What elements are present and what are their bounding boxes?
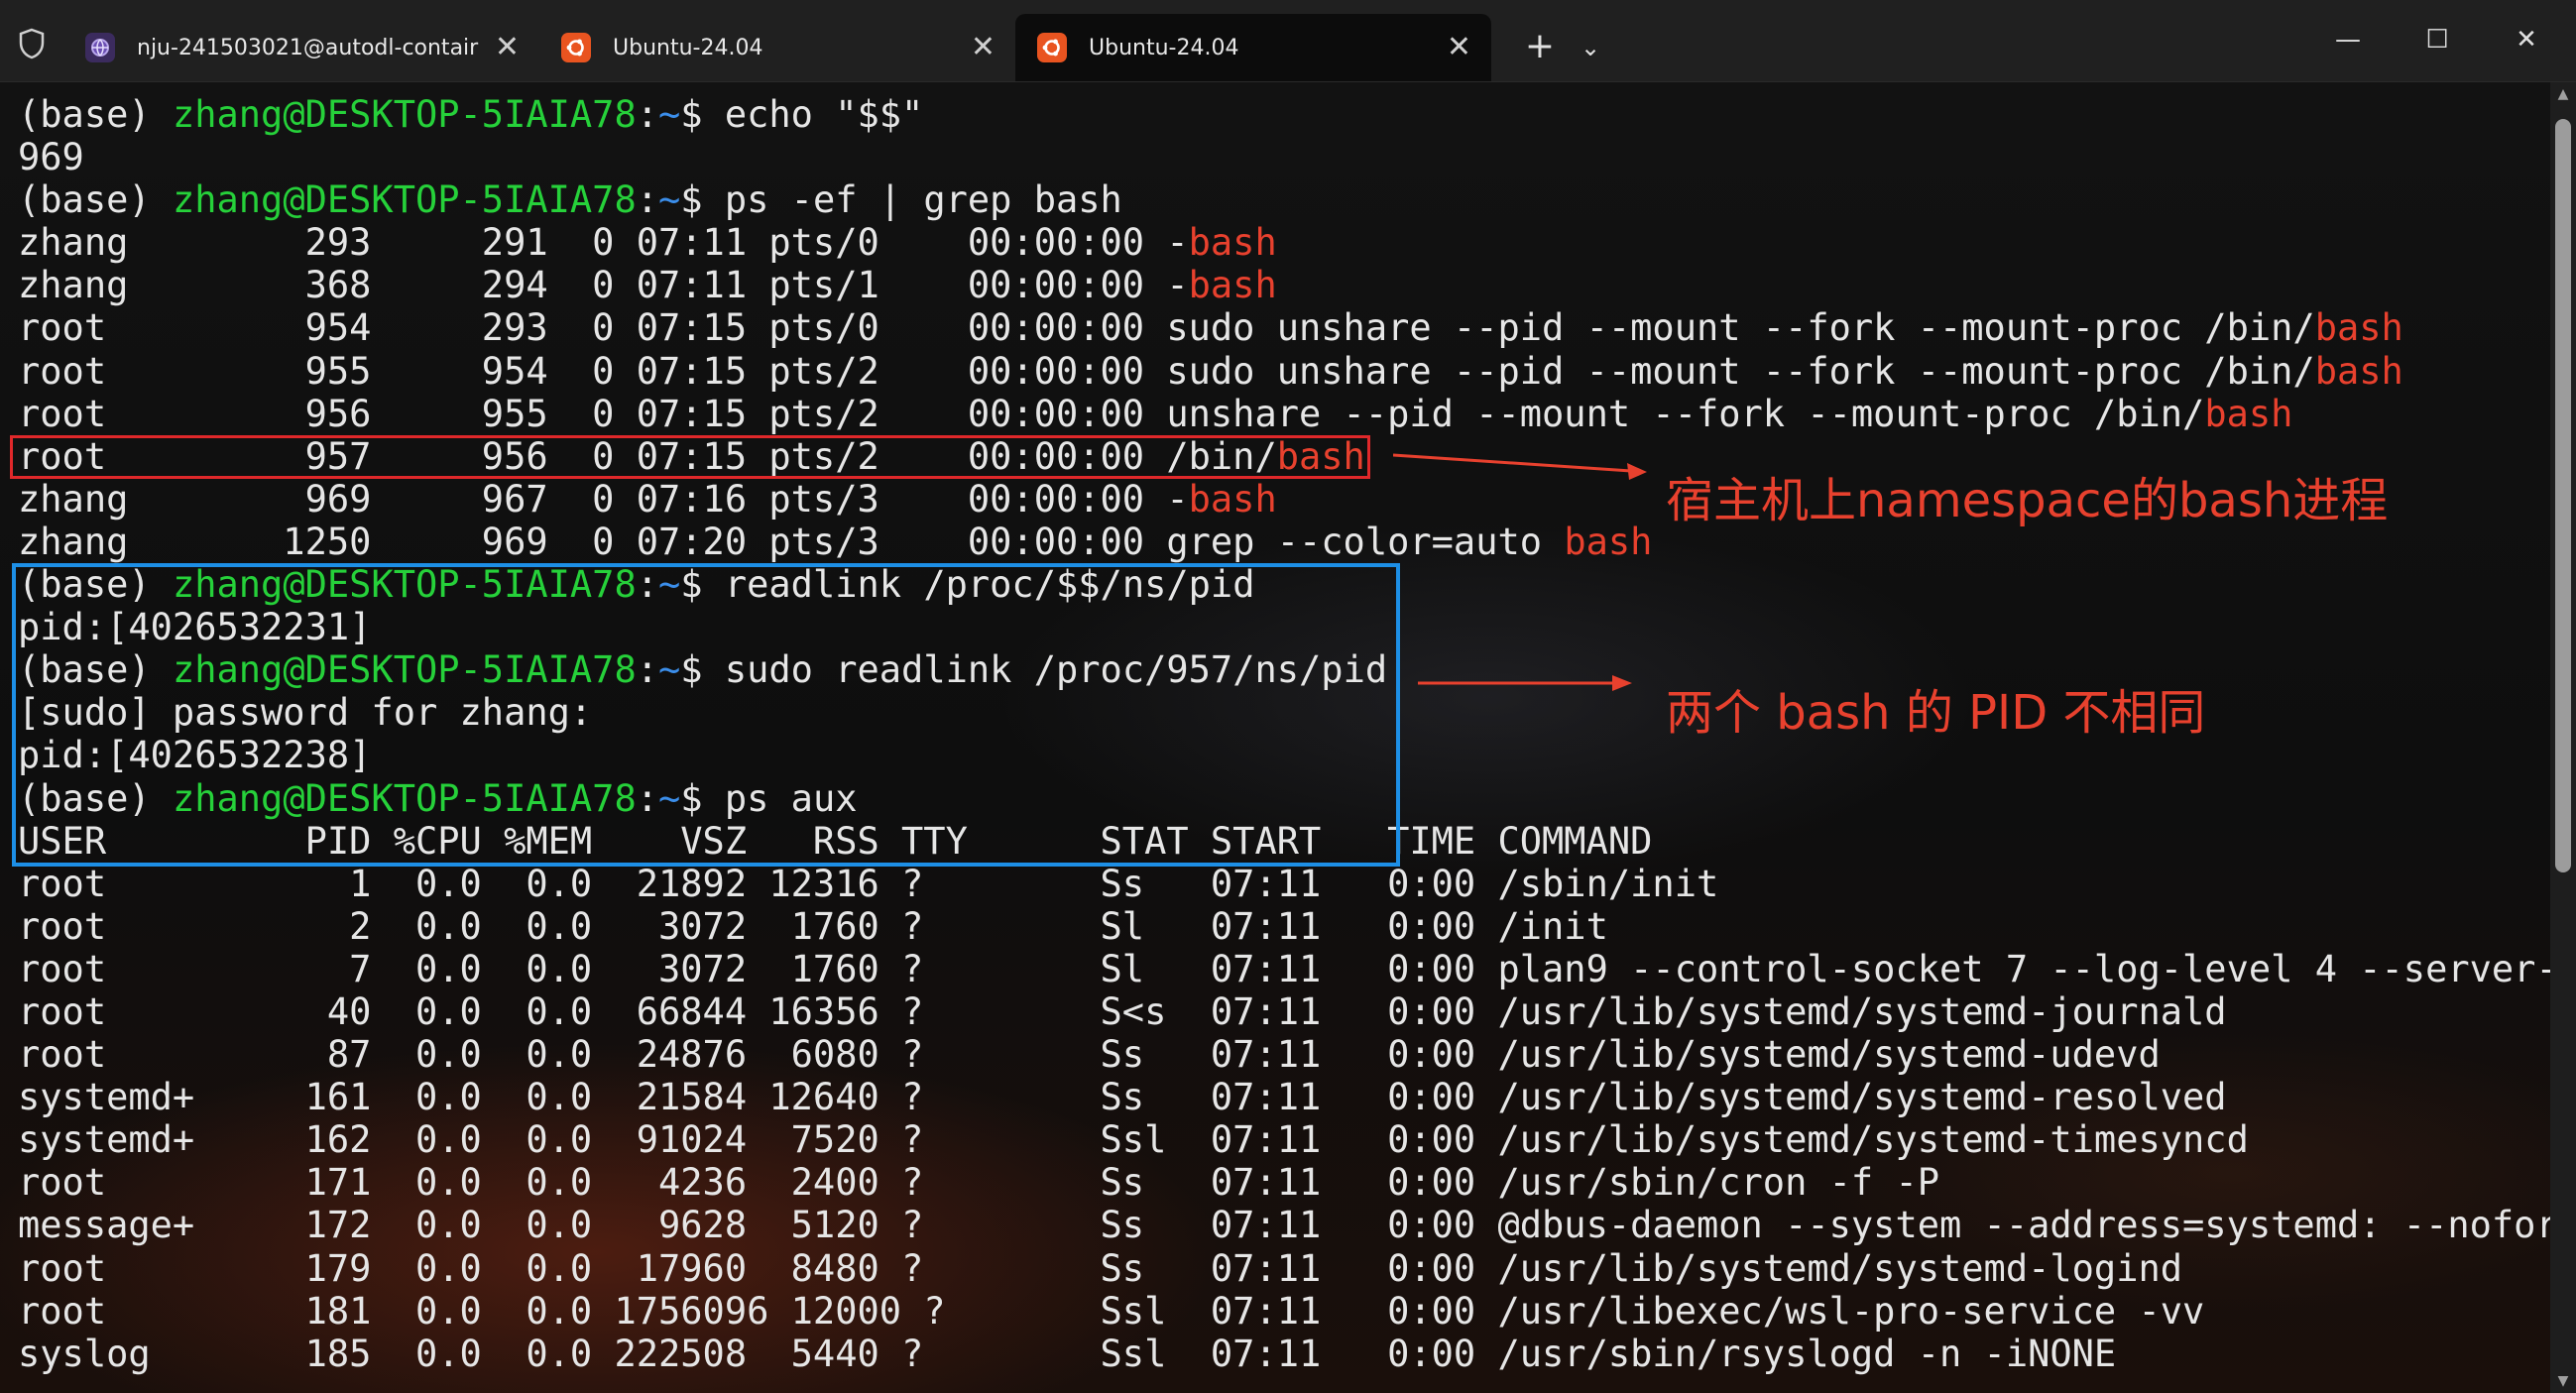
terminal-text: root 2 0.0 0.0 3072 1760 ? Sl 07:11 0:00… xyxy=(18,904,1608,948)
shield-icon xyxy=(19,28,45,59)
terminal-line: root 954 293 0 07:15 pts/0 00:00:00 sudo… xyxy=(18,306,2550,349)
terminal-text: 969 xyxy=(18,136,84,179)
arrow-icon xyxy=(1393,453,1647,480)
terminal-text: (base) xyxy=(18,178,173,222)
terminal-line: root 956 955 0 07:15 pts/2 00:00:00 unsh… xyxy=(18,393,2550,435)
globe-icon xyxy=(85,33,115,62)
terminal-text: systemd+ 161 0.0 0.0 21584 12640 ? Ss 07… xyxy=(18,1076,2227,1119)
terminal-line: zhang 368 294 0 07:11 pts/1 00:00:00 -ba… xyxy=(18,264,2550,306)
terminal-text: : xyxy=(636,93,659,136)
terminal-text: zhang 1250 969 0 07:20 pts/3 00:00:00 gr… xyxy=(18,520,1565,563)
terminal-line: root 2 0.0 0.0 3072 1760 ? Sl 07:11 0:00… xyxy=(18,905,2550,948)
terminal-text: ~ xyxy=(658,93,681,136)
new-tab-button[interactable]: + xyxy=(1515,22,1565,71)
terminal-line: root 171 0.0 0.0 4236 2400 ? Ss 07:11 0:… xyxy=(18,1161,2550,1204)
terminal-text: : xyxy=(636,178,659,222)
terminal-line: systemd+ 162 0.0 0.0 91024 7520 ? Ssl 07… xyxy=(18,1118,2550,1161)
terminal-text: zhang 969 967 0 07:16 pts/3 00:00:00 - xyxy=(18,477,1189,521)
annotation-host-bash: 宿主机上namespace的bash进程 xyxy=(1666,473,2389,528)
terminal-text: root 954 293 0 07:15 pts/0 00:00:00 sudo… xyxy=(18,306,2315,350)
terminal-pane[interactable]: (base) zhang@DESKTOP-5IAIA78:~$ echo "$$… xyxy=(0,82,2550,1393)
tab-label: Ubuntu-24.04 xyxy=(613,35,763,60)
terminal-text: bash xyxy=(1188,221,1277,265)
terminal-text: systemd+ 162 0.0 0.0 91024 7520 ? Ssl 07… xyxy=(18,1118,2249,1162)
terminal-text: root 7 0.0 0.0 3072 1760 ? Sl 07:11 0:00… xyxy=(18,947,2550,990)
annotation-pid-different: 两个 bash 的 PID 不相同 xyxy=(1666,685,2206,741)
chevron-down-icon[interactable]: ⌄ xyxy=(1569,26,1612,69)
terminal-line: root 87 0.0 0.0 24876 6080 ? Ss 07:11 0:… xyxy=(18,1033,2550,1076)
tab-ubuntu-active[interactable]: Ubuntu-24.04 ✕ xyxy=(1015,14,1491,81)
terminal-line: root 1 0.0 0.0 21892 12316 ? Ss 07:11 0:… xyxy=(18,863,2550,905)
terminal-text: root 179 0.0 0.0 17960 8480 ? Ss 07:11 0… xyxy=(18,1246,2183,1290)
arrow-icon xyxy=(1418,675,1632,691)
ubuntu-icon xyxy=(1037,33,1067,62)
terminal-text: root 955 954 0 07:15 pts/2 00:00:00 sudo… xyxy=(18,349,2315,393)
terminal-line: root 40 0.0 0.0 66844 16356 ? S<s 07:11 … xyxy=(18,990,2550,1033)
terminal-text: root 181 0.0 0.0 1756096 12000 ? Ssl 07:… xyxy=(18,1289,2205,1333)
terminal-text: syslog 185 0.0 0.0 222508 5440 ? Ssl 07:… xyxy=(18,1332,2117,1375)
tab-label: nju-241503021@autodl-contair xyxy=(137,35,479,60)
terminal-text: message+ 172 0.0 0.0 9628 5120 ? Ss 07:1… xyxy=(18,1204,2550,1247)
maximize-button[interactable]: ☐ xyxy=(2398,14,2477,65)
terminal-line: zhang 293 291 0 07:11 pts/0 00:00:00 -ba… xyxy=(18,221,2550,264)
tab-remote[interactable]: nju-241503021@autodl-contair ✕ xyxy=(63,14,539,81)
terminal-text: zhang 293 291 0 07:11 pts/0 00:00:00 - xyxy=(18,221,1189,265)
ubuntu-icon xyxy=(561,33,591,62)
highlight-box-readlink xyxy=(12,563,1400,867)
close-icon[interactable]: ✕ xyxy=(495,33,520,62)
tab-label: Ubuntu-24.04 xyxy=(1089,35,1239,60)
scrollbar-thumb[interactable] xyxy=(2555,119,2571,872)
terminal-text: bash xyxy=(2314,349,2403,393)
scroll-down-icon[interactable]: ▼ xyxy=(2554,1374,2572,1388)
terminal-text: zhang@DESKTOP-5IAIA78 xyxy=(172,178,637,222)
terminal-text: bash xyxy=(1564,520,1653,563)
terminal-line: 969 xyxy=(18,136,2550,178)
terminal-line: (base) zhang@DESKTOP-5IAIA78:~$ ps -ef |… xyxy=(18,178,2550,221)
terminal-text: bash xyxy=(1188,264,1277,307)
terminal-text: root 40 0.0 0.0 66844 16356 ? S<s 07:11 … xyxy=(18,989,2227,1033)
terminal-text: (base) xyxy=(18,93,173,136)
terminal-line: root 181 0.0 0.0 1756096 12000 ? Ssl 07:… xyxy=(18,1290,2550,1333)
terminal-text: $ ps -ef | grep bash xyxy=(680,178,1122,222)
terminal-line: root 179 0.0 0.0 17960 8480 ? Ss 07:11 0… xyxy=(18,1247,2550,1290)
terminal-text: root 171 0.0 0.0 4236 2400 ? Ss 07:11 0:… xyxy=(18,1161,1940,1205)
highlight-box-bash-957 xyxy=(10,435,1370,479)
close-icon[interactable]: ✕ xyxy=(1447,33,1471,62)
tab-ubuntu-1[interactable]: Ubuntu-24.04 ✕ xyxy=(539,14,1015,81)
terminal-text: $ echo "$$" xyxy=(680,93,924,136)
terminal-line: root 7 0.0 0.0 3072 1760 ? Sl 07:11 0:00… xyxy=(18,948,2550,990)
close-window-button[interactable]: ✕ xyxy=(2487,14,2566,65)
terminal-text: bash xyxy=(2314,306,2403,350)
terminal-text: root 87 0.0 0.0 24876 6080 ? Ss 07:11 0:… xyxy=(18,1033,2161,1077)
terminal-line: message+ 172 0.0 0.0 9628 5120 ? Ss 07:1… xyxy=(18,1204,2550,1246)
terminal-text: zhang 368 294 0 07:11 pts/1 00:00:00 - xyxy=(18,264,1189,307)
terminal-line: syslog 185 0.0 0.0 222508 5440 ? Ssl 07:… xyxy=(18,1333,2550,1375)
terminal-text: bash xyxy=(2204,392,2293,435)
close-icon[interactable]: ✕ xyxy=(971,33,995,62)
terminal-line: root 955 954 0 07:15 pts/2 00:00:00 sudo… xyxy=(18,350,2550,393)
minimize-button[interactable]: — xyxy=(2308,14,2388,65)
terminal-text: root 1 0.0 0.0 21892 12316 ? Ss 07:11 0:… xyxy=(18,862,1719,905)
terminal-line: (base) zhang@DESKTOP-5IAIA78:~$ echo "$$… xyxy=(18,93,2550,136)
terminal-text: root 956 955 0 07:15 pts/2 00:00:00 unsh… xyxy=(18,392,2205,435)
terminal-text: ~ xyxy=(658,178,681,222)
terminal-line: systemd+ 161 0.0 0.0 21584 12640 ? Ss 07… xyxy=(18,1076,2550,1118)
scroll-up-icon[interactable]: ▲ xyxy=(2554,87,2572,101)
terminal-text: zhang@DESKTOP-5IAIA78 xyxy=(172,93,637,136)
terminal-text: bash xyxy=(1188,477,1277,521)
title-bar: nju-241503021@autodl-contair ✕ Ubuntu-24… xyxy=(0,0,2576,82)
